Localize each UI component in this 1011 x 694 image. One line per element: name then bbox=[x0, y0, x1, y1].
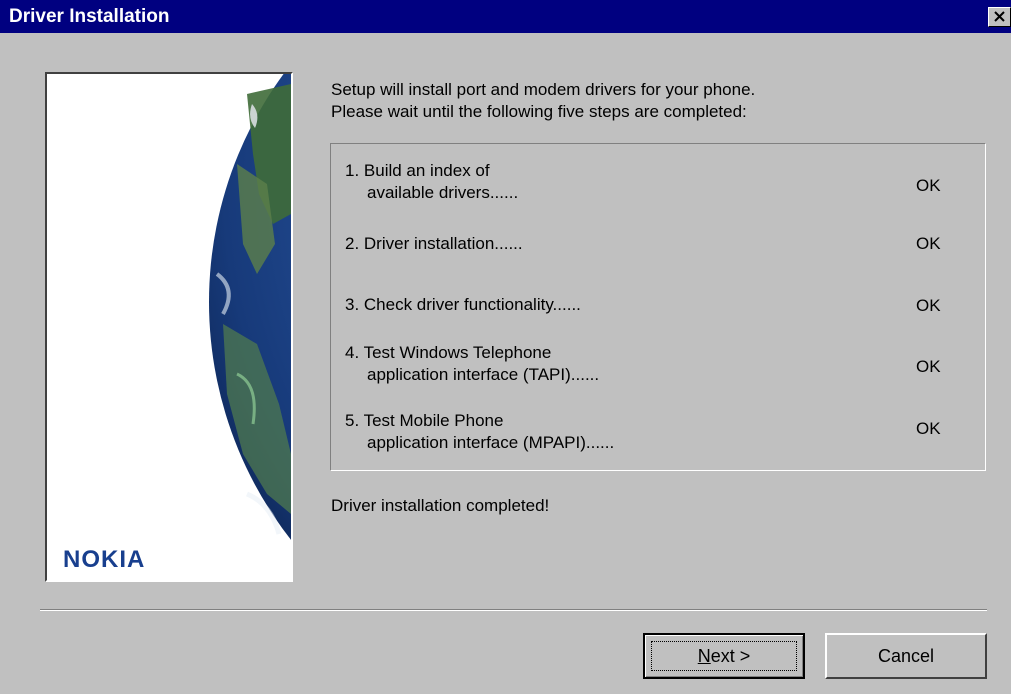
step-5-line-1: 5. Test Mobile Phone bbox=[345, 411, 504, 430]
step-4-line-1: 4. Test Windows Telephone bbox=[345, 343, 552, 362]
step-5-line-2: application interface (MPAPI)...... bbox=[367, 433, 615, 452]
completion-message: Driver installation completed! bbox=[331, 496, 550, 515]
separator bbox=[40, 609, 987, 611]
step-2-status: OK bbox=[916, 234, 941, 253]
side-panel: NOKIA bbox=[45, 72, 293, 582]
close-icon bbox=[994, 11, 1005, 22]
step-3-line-1: 3. Check driver functionality...... bbox=[345, 295, 581, 314]
globe-illustration bbox=[209, 74, 291, 540]
window-title: Driver Installation bbox=[9, 6, 170, 27]
step-1-status: OK bbox=[916, 176, 941, 195]
step-3-status: OK bbox=[916, 296, 941, 315]
intro-line-2: Please wait until the following five ste… bbox=[331, 102, 747, 121]
focus-rect bbox=[651, 641, 797, 671]
step-2-label: 2. Driver installation...... bbox=[345, 233, 523, 255]
step-4-label: 4. Test Windows Telephone application in… bbox=[345, 342, 599, 386]
intro-line-1: Setup will install port and modem driver… bbox=[331, 80, 756, 99]
step-1-line-1: 1. Build an index of bbox=[345, 161, 490, 180]
step-5-label: 5. Test Mobile Phone application interfa… bbox=[345, 410, 614, 454]
step-1-line-2: available drivers...... bbox=[367, 183, 519, 202]
nokia-logo: NOKIA bbox=[63, 546, 146, 573]
close-button[interactable] bbox=[988, 7, 1011, 27]
cancel-label: Cancel bbox=[877, 645, 935, 666]
intro-text: Setup will install port and modem driver… bbox=[331, 79, 971, 123]
next-button[interactable]: Next > bbox=[643, 633, 805, 679]
step-2-line-1: 2. Driver installation...... bbox=[345, 234, 523, 253]
step-4-status: OK bbox=[916, 357, 941, 376]
step-4-line-2: application interface (TAPI)...... bbox=[367, 365, 600, 384]
title-bar: Driver Installation bbox=[0, 0, 1011, 33]
step-3-label: 3. Check driver functionality...... bbox=[345, 294, 581, 316]
step-5-status: OK bbox=[916, 419, 941, 438]
cancel-button[interactable]: Cancel bbox=[825, 633, 987, 679]
step-1-label: 1. Build an index of available drivers..… bbox=[345, 160, 518, 204]
steps-panel: 1. Build an index of available drivers..… bbox=[330, 143, 986, 471]
